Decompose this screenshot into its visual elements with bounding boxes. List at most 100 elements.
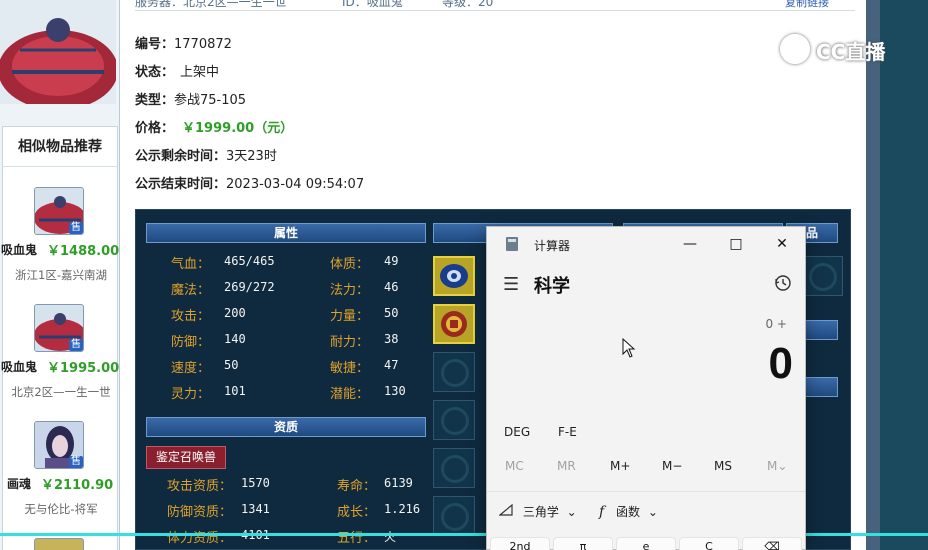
type-value: 参战75-105 [174,93,247,108]
strength-value: 50 [384,306,399,320]
endurance-value: 38 [384,332,399,346]
item-id-label: 编号： [135,37,175,52]
element-label: 五行： [337,531,377,546]
memory-recall-button[interactable]: MR [557,459,576,473]
skill-slot[interactable] [433,304,475,344]
sell-badge: 售 [69,222,83,234]
item-id-row: 编号：1770872 [135,33,232,52]
growth-value: 1.216 [384,502,421,516]
left-column: 相似物品推荐 售 吸血鬼 ￥1488.00 浙江1区-嘉兴南湖 售 吸血鬼 ￥1… [0,0,120,550]
end-time-row: 公示结束时间：2023-03-04 09:54:07 [135,173,364,192]
aptitude-header: 资质 [146,417,426,437]
spirit-value: 101 [224,384,246,398]
memory-store-button[interactable]: MS [714,459,732,473]
pet-thumbnail[interactable]: 售 [34,187,84,235]
agility-label: 敏捷： [330,361,370,376]
attack-aptitude-label: 攻击资质： [167,479,233,494]
backspace-key[interactable]: ⌫ [742,537,802,550]
appraise-pet-button[interactable]: 鉴定召唤兽 [146,446,226,469]
end-time-value: 2023-03-04 09:54:07 [226,177,365,192]
item-summary-bar: 服务器：北京2区—一生一世 ID：吸血鬼 等级：20 [135,0,855,11]
remain-time-label: 公示剩余时间： [135,149,227,164]
item-server: 浙江1区-嘉兴南湖 [15,268,107,282]
item-price: ￥1488.00 [47,244,120,259]
remain-time-value: 3天23时 [226,149,277,164]
mp-value: 269/272 [224,280,275,294]
hp-label: 气血： [171,257,211,272]
maximize-button[interactable]: □ [713,227,759,261]
expression-display: 0 + [765,317,787,331]
magic-label: 法力： [330,283,370,298]
status-value: 上架中 [180,65,220,80]
second-function-key[interactable]: 2nd [490,537,550,550]
price-row: 价格： ￥1999.00（元） [135,117,293,136]
strength-label: 力量： [330,309,370,324]
item-name[interactable]: 画魂 [7,475,31,492]
right-side-panel [880,0,928,550]
hp-value: 465/465 [224,254,275,268]
end-time-label: 公示结束时间： [135,177,227,192]
empty-skill-slot[interactable] [433,400,475,440]
calculator-window[interactable]: 计算器 — □ ✕ ☰ 科学 0 + 0 DEG F-E MC MR M+ M−… [486,226,806,550]
sell-badge: 售 [69,456,83,468]
item-name[interactable]: 吸血鬼 [1,241,37,258]
spirit-label: 灵力： [171,387,211,402]
function-label: 函数 [616,505,641,519]
status-label: 状态： [135,65,175,80]
e-key[interactable]: e [616,537,676,550]
triangle-icon [498,503,513,516]
memory-clear-button[interactable]: MC [505,459,524,473]
price-label: 价格： [135,121,175,136]
pet-thumbnail[interactable]: 售 [34,304,84,352]
level-text: 等级：20 [442,0,494,9]
speed-label: 速度： [171,361,211,376]
constitution-value: 49 [384,254,399,268]
item-server: 无与伦比-将军 [24,502,98,516]
calculator-titlebar[interactable]: 计算器 — □ ✕ [487,227,805,261]
empty-skill-slot[interactable] [433,496,475,536]
stream-watermark: CC直播 [780,34,900,64]
skill-slot[interactable] [433,256,475,296]
fe-button[interactable]: F-E [558,425,577,439]
pi-key[interactable]: π [553,537,613,550]
item-price: ￥1995.00 [47,361,120,376]
growth-label: 成长： [337,505,377,520]
lifespan-label: 寿命： [337,479,377,494]
magic-value: 46 [384,280,399,294]
sell-badge: 售 [69,339,83,351]
empty-item-slot[interactable] [801,256,843,296]
defense-aptitude-label: 防御资质： [167,505,233,520]
pet-avatar-image [0,0,116,104]
chevron-down-icon: ⌄ [647,505,658,519]
empty-skill-slot[interactable] [433,352,475,392]
clear-key[interactable]: C [679,537,739,550]
pet-thumbnail[interactable] [34,538,84,550]
memory-add-button[interactable]: M+ [610,459,630,473]
defense-aptitude-value: 1341 [241,502,270,516]
minimize-button[interactable]: — [667,227,713,261]
trigonometry-dropdown[interactable]: 三角学 ⌄ [498,503,577,520]
result-display: 0 [768,339,793,388]
status-row: 状态： 上架中 [135,61,219,80]
mp-label: 魔法： [171,283,211,298]
copy-link[interactable]: 复制链接 [785,0,829,10]
mouse-cursor-icon [622,338,636,358]
pet-thumbnail[interactable]: 售 [34,421,84,469]
history-icon[interactable] [773,273,793,293]
similar-items-panel: 相似物品推荐 售 吸血鬼 ￥1488.00 浙江1区-嘉兴南湖 售 吸血鬼 ￥1… [1,126,120,550]
function-dropdown[interactable]: f 函数 ⌄ [599,503,658,520]
trigonometry-label: 三角学 [522,505,559,519]
close-button[interactable]: ✕ [759,227,805,261]
hamburger-menu-icon[interactable]: ☰ [503,274,519,295]
agility-value: 47 [384,358,399,372]
memory-subtract-button[interactable]: M− [662,459,682,473]
angle-unit-button[interactable]: DEG [504,425,530,439]
divider [487,491,805,492]
id-text: ID：吸血鬼 [342,0,403,9]
memory-list-button[interactable]: M⌄ [767,459,787,473]
item-name[interactable]: 吸血鬼 [1,358,37,375]
similar-items-title: 相似物品推荐 [3,127,117,167]
empty-skill-slot[interactable] [433,448,475,488]
attack-aptitude-value: 1570 [241,476,270,490]
element-value: 火 [384,530,397,544]
